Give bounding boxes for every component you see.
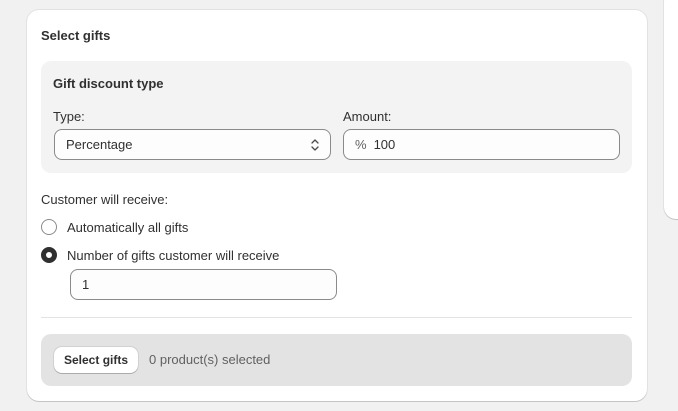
select-gifts-button[interactable]: Select gifts bbox=[54, 347, 139, 373]
divider bbox=[41, 317, 632, 318]
card-title: Select gifts bbox=[41, 28, 111, 43]
gift-discount-panel: Gift discount type Type: Percentage Amou… bbox=[41, 61, 632, 173]
customer-receive-label: Customer will receive: bbox=[41, 192, 169, 207]
radio-automatically-all-gifts[interactable]: Automatically all gifts bbox=[41, 219, 188, 235]
type-select[interactable]: Percentage bbox=[54, 129, 331, 160]
selected-count-text: 0 product(s) selected bbox=[149, 352, 271, 367]
type-select-value: Percentage bbox=[66, 137, 133, 152]
gift-count-input[interactable]: 1 bbox=[70, 269, 337, 300]
select-gifts-card: Select gifts Gift discount type Type: Pe… bbox=[27, 10, 647, 401]
amount-value: 100 bbox=[373, 137, 396, 152]
panel-title: Gift discount type bbox=[53, 76, 164, 91]
radio-number-of-gifts[interactable]: Number of gifts customer will receive bbox=[41, 247, 279, 263]
percent-prefix: % bbox=[355, 137, 367, 152]
chevron-up-down-icon bbox=[311, 139, 319, 151]
gift-count-value: 1 bbox=[82, 277, 90, 292]
gift-selection-footer: Select gifts 0 product(s) selected bbox=[41, 334, 632, 386]
amount-field[interactable]: % 100 bbox=[343, 129, 620, 160]
type-label: Type: bbox=[53, 109, 85, 124]
radio-button[interactable] bbox=[41, 219, 57, 235]
radio-label: Number of gifts customer will receive bbox=[67, 247, 280, 263]
side-card bbox=[664, 0, 678, 219]
amount-label: Amount: bbox=[343, 109, 392, 124]
radio-label: Automatically all gifts bbox=[67, 219, 189, 235]
radio-button-checked[interactable] bbox=[41, 247, 57, 263]
